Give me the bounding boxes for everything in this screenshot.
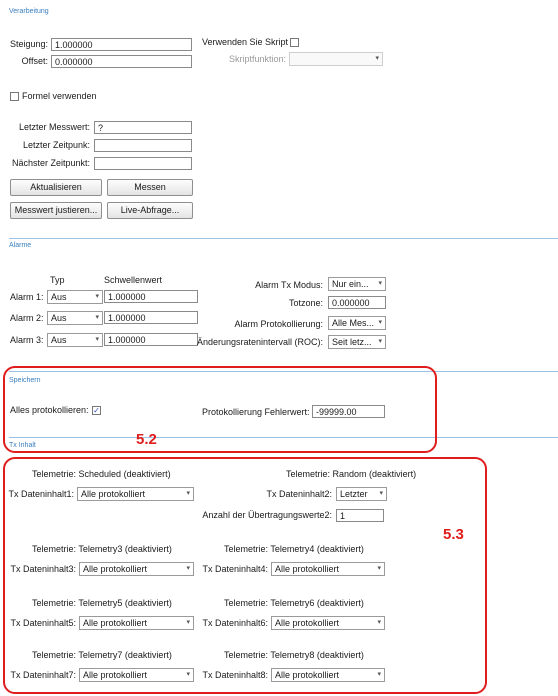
- alarm2-label: Alarm 2:: [10, 313, 44, 323]
- chevron-down-icon: ▾: [375, 55, 379, 62]
- annotation-box-5-2: [3, 366, 437, 453]
- chevron-down-icon: ▾: [95, 293, 99, 300]
- letzter-messwert-label: Letzter Messwert:: [18, 122, 90, 132]
- alarm2-typ-select[interactable]: Aus ▾: [47, 311, 103, 325]
- live-abfrage-button[interactable]: Live-Abfrage...: [107, 202, 193, 219]
- alarm2-typ-value: Aus: [51, 313, 67, 323]
- totzone-label: Totzone:: [288, 298, 323, 308]
- formel-checkbox[interactable]: [10, 92, 19, 101]
- roc-value: Seit letz...: [332, 337, 372, 347]
- chevron-down-icon: ▾: [95, 336, 99, 343]
- alarm3-label: Alarm 3:: [10, 335, 44, 345]
- alarm1-typ-select[interactable]: Aus ▾: [47, 290, 103, 304]
- chevron-down-icon: ▾: [378, 280, 382, 287]
- annotation-box-5-3: [3, 457, 487, 694]
- tx-modus-value: Nur ein...: [332, 279, 369, 289]
- offset-label: Offset:: [21, 56, 48, 66]
- aktualisieren-button[interactable]: Aktualisieren: [10, 179, 102, 196]
- steigung-input[interactable]: 1.000000: [51, 38, 192, 51]
- steigung-label: Steigung:: [9, 39, 48, 49]
- naechster-zeitpunkt-label: Nächster Zeitpunkt:: [11, 158, 90, 168]
- letzter-zeitpunkt-input[interactable]: [94, 139, 192, 152]
- offset-input[interactable]: 0.000000: [51, 55, 192, 68]
- skript-checkbox[interactable]: [290, 38, 299, 47]
- roc-select[interactable]: Seit letz... ▾: [328, 335, 386, 349]
- alarm1-label: Alarm 1:: [10, 292, 44, 302]
- protokollierung-select[interactable]: Alle Mes... ▾: [328, 316, 386, 330]
- alarm1-wert-input[interactable]: 1.000000: [104, 290, 198, 303]
- section-title-verarbeitung: Verarbeitung: [9, 8, 49, 15]
- messwert-justieren-button[interactable]: Messwert justieren...: [10, 202, 102, 219]
- tx-modus-label: Alarm Tx Modus:: [255, 280, 323, 290]
- skript-label: Verwenden Sie Skript: [202, 37, 289, 47]
- letzter-zeitpunkt-label: Letzter Zeitpunk:: [22, 140, 90, 150]
- tx-modus-select[interactable]: Nur ein... ▾: [328, 277, 386, 291]
- annotation-label-5-3: 5.3: [443, 526, 464, 543]
- roc-label: Änderungsratenintervall (ROC):: [196, 337, 323, 347]
- chevron-down-icon: ▾: [378, 319, 382, 326]
- typ-header: Typ: [50, 275, 65, 285]
- messen-button[interactable]: Messen: [107, 179, 193, 196]
- naechster-zeitpunkt-input[interactable]: [94, 157, 192, 170]
- formel-label: Formel verwenden: [22, 91, 97, 101]
- chevron-down-icon: ▾: [378, 338, 382, 345]
- protokollierung-value: Alle Mes...: [332, 318, 375, 328]
- chevron-down-icon: ▾: [95, 314, 99, 321]
- alarm3-wert-input[interactable]: 1.000000: [104, 333, 198, 346]
- alarm1-typ-value: Aus: [51, 292, 67, 302]
- annotation-label-5-2: 5.2: [136, 431, 157, 448]
- alarm3-typ-select[interactable]: Aus ▾: [47, 333, 103, 347]
- alarm3-typ-value: Aus: [51, 335, 67, 345]
- skriptfunktion-label: Skriptfunktion:: [228, 54, 286, 64]
- skriptfunktion-select[interactable]: ▾: [289, 52, 383, 66]
- section-title-alarme: Alarme: [9, 242, 32, 249]
- section-divider-alarme: [9, 238, 558, 239]
- totzone-input[interactable]: 0.000000: [328, 296, 386, 309]
- protokollierung-label: Alarm Protokollierung:: [234, 319, 323, 329]
- schwellenwert-header: Schwellenwert: [104, 275, 163, 285]
- letzter-messwert-input[interactable]: ?: [94, 121, 192, 134]
- alarm2-wert-input[interactable]: 1.000000: [104, 311, 198, 324]
